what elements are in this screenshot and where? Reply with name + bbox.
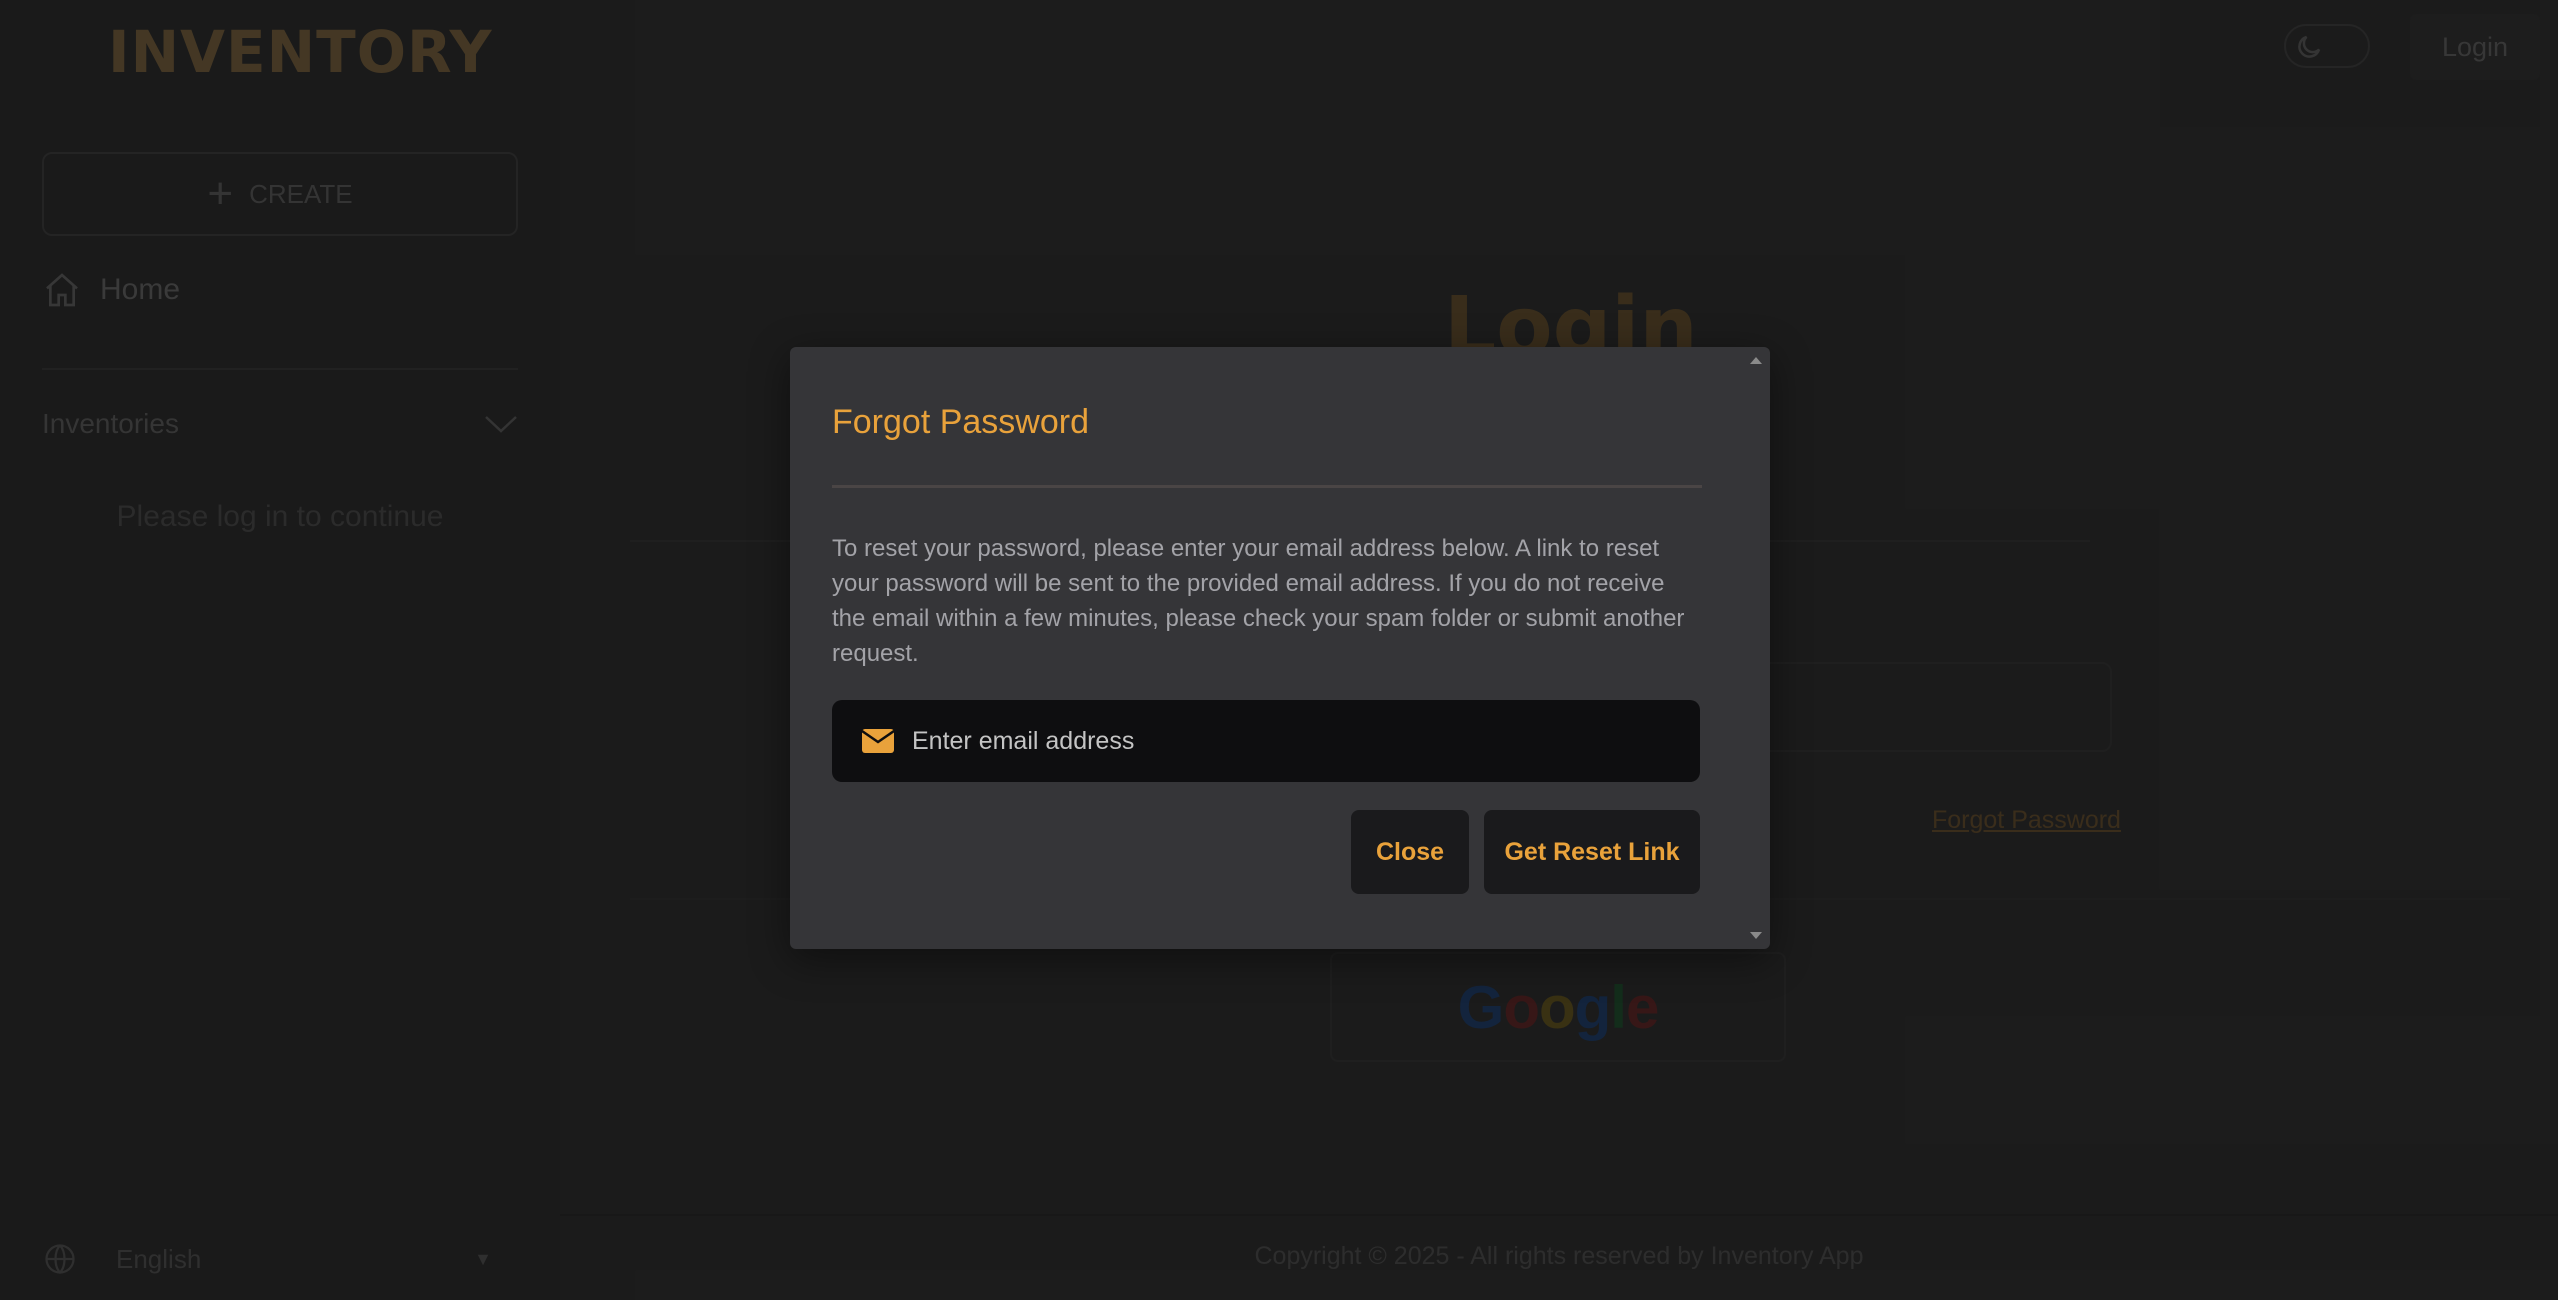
get-reset-link-button[interactable]: Get Reset Link <box>1484 810 1700 894</box>
envelope-icon <box>862 729 894 753</box>
dialog-divider <box>832 485 1702 488</box>
close-button[interactable]: Close <box>1351 810 1469 894</box>
dialog-description: To reset your password, please enter you… <box>832 535 1685 667</box>
dialog-title: Forgot Password <box>832 403 1089 441</box>
scroll-down-arrow[interactable] <box>1750 932 1762 939</box>
scroll-up-arrow[interactable] <box>1750 357 1762 364</box>
email-input[interactable] <box>912 726 1700 756</box>
forgot-password-dialog: Forgot Password To reset your password, … <box>790 347 1770 949</box>
app-root: INVENTORY + CREATE Home Inventories Plea… <box>0 0 2558 1300</box>
email-field[interactable] <box>832 700 1700 782</box>
